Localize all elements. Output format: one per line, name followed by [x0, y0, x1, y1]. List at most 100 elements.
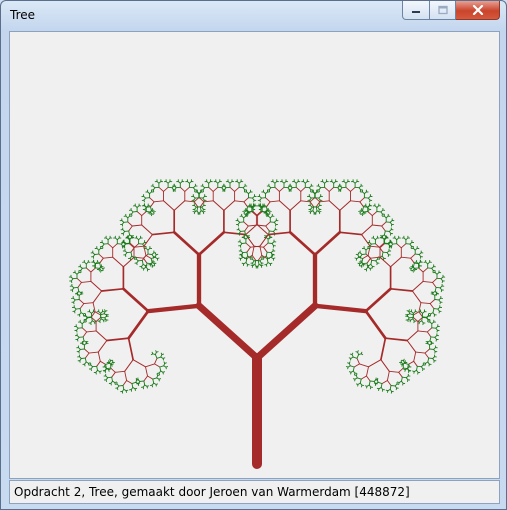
- leaf-branch: [150, 256, 156, 259]
- tree-branch: [179, 186, 186, 192]
- leaf-branch: [352, 366, 355, 372]
- tree-branch: [85, 267, 92, 273]
- tree-branch: [370, 256, 381, 259]
- leaf-branch: [348, 361, 351, 364]
- leaf-branch: [152, 377, 158, 380]
- leaf-branch: [250, 264, 254, 267]
- tree-branch: [122, 287, 150, 313]
- leaf-branch: [383, 230, 386, 236]
- leaf-branch: [130, 251, 133, 257]
- tree-branch: [82, 331, 88, 338]
- tree-branch: [381, 225, 386, 232]
- leaf-branch: [82, 336, 85, 342]
- tree-branch: [98, 253, 104, 259]
- app-window: Tree Opdracht 2, Tree, gemaakt door Jero…: [0, 0, 507, 510]
- tree-branch: [229, 186, 236, 192]
- tree-branch: [319, 200, 330, 203]
- tree-branch: [367, 359, 382, 368]
- tree-branch: [398, 371, 403, 378]
- tree-branch: [154, 363, 161, 368]
- tree-branch: [367, 211, 373, 217]
- tree-branch: [212, 200, 225, 211]
- tree-branch: [389, 287, 414, 292]
- tree-branch: [124, 370, 128, 381]
- tree-branch: [147, 375, 154, 380]
- tree-branch: [366, 375, 371, 382]
- tree-branch: [195, 302, 261, 362]
- leaf-branch: [358, 211, 361, 213]
- tree-branch: [263, 246, 268, 253]
- tree-branch: [251, 245, 255, 256]
- tree-branch: [112, 243, 118, 249]
- leaf-branch: [408, 319, 411, 321]
- tree-branch: [153, 200, 164, 203]
- leaf-branch: [355, 373, 358, 376]
- leaf-branch: [241, 262, 245, 265]
- tree-branch: [413, 360, 418, 367]
- tree-branch: [154, 357, 158, 365]
- leaf-branch: [351, 352, 354, 356]
- leaf-branch: [403, 368, 406, 371]
- maximize-button[interactable]: [430, 1, 456, 20]
- tree-branch: [360, 375, 367, 380]
- leaf-branch: [271, 253, 275, 256]
- tree-branch: [353, 363, 360, 368]
- title-bar[interactable]: Tree: [1, 1, 506, 29]
- tree-branch: [245, 242, 251, 248]
- tree-branch: [361, 234, 371, 247]
- leaf-branch: [164, 362, 167, 364]
- tree-branch: [162, 200, 175, 211]
- minimize-button[interactable]: [402, 1, 430, 20]
- tree-branch: [400, 256, 412, 259]
- tree-branch: [184, 200, 195, 203]
- leaf-branch: [352, 356, 358, 359]
- tree-branch: [92, 290, 103, 304]
- tree-branch: [259, 245, 263, 256]
- tree-branch: [97, 351, 101, 362]
- leaf-branch: [370, 259, 373, 265]
- tree-branch: [413, 351, 417, 362]
- tree-branch: [84, 352, 90, 359]
- tree-branch: [381, 221, 387, 227]
- tree-branch: [143, 375, 148, 382]
- leaf-branch: [381, 251, 384, 257]
- close-button[interactable]: [456, 1, 500, 20]
- tree-branch: [81, 327, 88, 333]
- tree-branch: [97, 339, 108, 353]
- tree-branch: [127, 221, 133, 227]
- tree-branch: [102, 256, 114, 259]
- tree-branch: [426, 327, 433, 333]
- tree-branch: [76, 277, 82, 283]
- leaf-branch: [404, 362, 409, 365]
- tree-branch: [364, 309, 387, 340]
- tree-branch: [81, 280, 92, 283]
- tree-branch: [257, 224, 269, 236]
- tree-branch: [136, 211, 143, 217]
- tree-branch: [429, 299, 436, 305]
- leaf-branch: [75, 308, 81, 310]
- tree-branch: [141, 211, 147, 217]
- tree-branch: [396, 243, 402, 249]
- tree-branch: [359, 201, 364, 208]
- tree-branch: [146, 303, 202, 314]
- tree-branch: [132, 359, 147, 368]
- tree-branch: [278, 200, 291, 211]
- leaf-branch: [110, 359, 113, 362]
- tree-branch: [384, 337, 409, 342]
- leaf-branch: [362, 206, 364, 212]
- tree-branch: [267, 231, 291, 236]
- leaf-branch: [368, 380, 371, 386]
- leaf-branch: [380, 383, 383, 388]
- leaf-branch: [131, 383, 134, 388]
- tree-branch: [245, 224, 257, 236]
- leaf-branch: [408, 309, 410, 312]
- window-controls: [402, 1, 500, 20]
- tree-branch: [386, 380, 392, 386]
- leaf-branch: [308, 211, 312, 213]
- tree-branch: [234, 200, 245, 203]
- tree-branch: [407, 360, 415, 365]
- leaf-branch: [150, 206, 152, 212]
- leaf-branch: [155, 253, 159, 256]
- tree-branch: [128, 225, 133, 232]
- tree-branch: [234, 186, 240, 192]
